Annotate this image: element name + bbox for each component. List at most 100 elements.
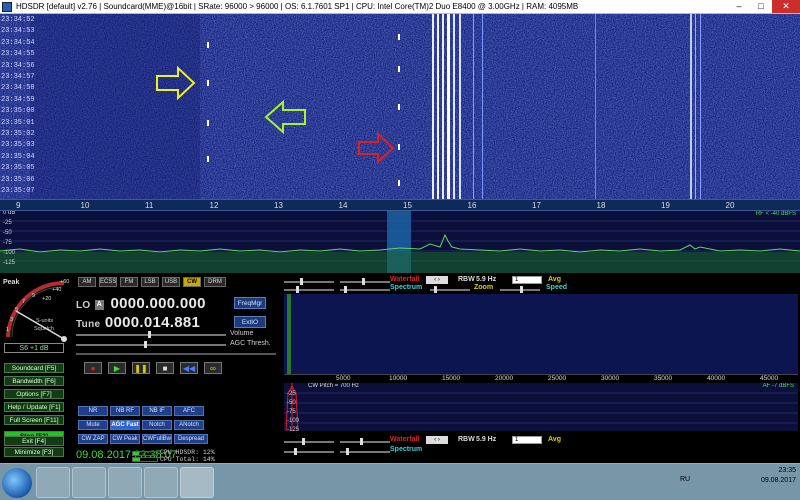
anotch-button[interactable]: ANotch <box>174 420 204 430</box>
bottom-spectrum-label: Spectrum <box>390 446 423 453</box>
mode-lsb[interactable]: LSB <box>141 277 159 287</box>
audio-frequency-tick: 20000 <box>495 375 514 382</box>
audio-frequency-tick: 45000 <box>760 375 779 382</box>
nb-rf-button[interactable]: NB RF <box>110 406 140 416</box>
maximize-button[interactable]: □ <box>750 0 772 13</box>
despread-button[interactable]: Despread <box>174 434 208 444</box>
tune-label: Tune <box>76 319 101 330</box>
frequency-tick-label: 11 <box>145 201 154 210</box>
exit-button[interactable]: Exit [F4] <box>4 436 64 446</box>
filter-slider[interactable] <box>76 353 276 355</box>
tune-frequency[interactable]: Tune 0000.014.881 <box>76 314 200 331</box>
waterfall-timestamp: 23:35:01 <box>1 118 35 127</box>
mode-am[interactable]: AM <box>78 277 96 287</box>
bottom-spectrum-slider[interactable] <box>284 448 334 455</box>
cw-zap-button[interactable]: CW ZAP <box>78 434 108 444</box>
waterfall-contrast-slider[interactable] <box>284 278 334 285</box>
loop-button[interactable]: ∞ <box>204 362 222 374</box>
bottom-avg-dropdown[interactable]: 1 <box>512 436 542 444</box>
volume-slider[interactable] <box>76 331 226 338</box>
nr-button[interactable]: NR <box>78 406 108 416</box>
tray-clock[interactable]: 23:35 09.08.2017 <box>761 466 796 486</box>
full-screen-button[interactable]: Full Screen [F11] <box>4 415 64 425</box>
play-button[interactable]: ▶ <box>108 362 126 374</box>
rf-waterfall[interactable]: 23:34:52 23:34:53 23:34:54 23:34:55 23:34:56… <box>0 14 800 199</box>
help-update-button[interactable]: Help / Update [F1] <box>4 402 64 412</box>
spectrum-db-label: -75 <box>3 240 12 246</box>
taskbar-app-icon[interactable] <box>108 467 142 498</box>
speed-slider[interactable] <box>500 286 540 293</box>
waterfall-timestamp: 23:35:05 <box>1 164 35 173</box>
frequency-tick-label: 10 <box>80 201 90 210</box>
audio-waterfall[interactable]: CW Pitch = 700 Hz AF -7 dBFS -25 -50 -75 -1… <box>284 383 798 431</box>
cw-peak-button[interactable]: CW Peak <box>110 434 140 444</box>
audio-frequency-scale: 5000 10000 15000 20000 25000 30000 35000 40000 4… <box>284 374 798 383</box>
waterfall-timestamp: 23:35:03 <box>1 141 35 150</box>
mode-drm[interactable]: DRM <box>204 277 226 287</box>
bottom-waterfall-slider-2[interactable] <box>340 438 390 445</box>
waterfall-noise <box>0 14 800 199</box>
freqmgr-button[interactable]: FreqMgr <box>234 297 266 309</box>
stop-playback-button[interactable]: ■ <box>156 362 174 374</box>
waterfall-stepper[interactable]: ‹ › <box>426 276 448 284</box>
options-button[interactable]: Options [F7] <box>4 389 64 399</box>
agc-threshold-slider[interactable] <box>76 341 226 348</box>
rf-level-label: RF < -40 dBFS <box>755 211 796 217</box>
rewind-button[interactable]: ◀◀ <box>180 362 198 374</box>
agc-fast-button[interactable]: AGC Fast <box>110 420 140 430</box>
bandwidth-button[interactable]: Bandwidth [F6] <box>4 376 64 386</box>
extio-button[interactable]: ExtIO <box>234 316 266 328</box>
minimize-button[interactable]: – <box>728 0 750 13</box>
lo-frequency[interactable]: LO A 0000.000.000 <box>76 295 206 312</box>
smeter-scale-5: 5 <box>15 307 19 313</box>
audio-frequency-tick: 25000 <box>548 375 567 382</box>
bottom-waterfall-label: Waterfall <box>390 436 420 443</box>
close-button[interactable]: ✕ <box>772 0 800 13</box>
frequency-tick-label: 9 <box>16 201 21 210</box>
lo-label: LO <box>76 300 91 311</box>
avg-dropdown[interactable]: 1 <box>512 276 542 284</box>
mode-fm[interactable]: FM <box>120 277 138 287</box>
mode-cw[interactable]: CW <box>183 277 201 287</box>
smeter-scale-7: 7 <box>22 299 26 305</box>
cpu-total-bar <box>132 457 158 462</box>
spectrum-contrast-slider[interactable] <box>284 286 334 293</box>
waterfall-timestamp: 23:35:00 <box>1 107 35 116</box>
audio-frequency-tick: 15000 <box>442 375 461 382</box>
frequency-scale[interactable]: 9 10 11 12 13 14 15 16 17 18 19 20 <box>0 199 800 211</box>
notch-button[interactable]: Notch <box>142 420 172 430</box>
taskbar-firefox-icon[interactable] <box>72 467 106 498</box>
record-button[interactable]: ● <box>84 362 102 374</box>
audio-frequency-tick: 35000 <box>654 375 673 382</box>
cw-fullbw-button[interactable]: CWFullBw <box>142 434 172 444</box>
spectrum-db-label: 0 dB <box>3 211 16 216</box>
soundcard-button[interactable]: Soundcard [F5] <box>4 363 64 373</box>
spectrum-brightness-slider[interactable] <box>340 286 390 293</box>
nb-if-button[interactable]: NB IF <box>142 406 172 416</box>
mode-ecss[interactable]: ECSS <box>99 277 117 287</box>
smeter-scale-9: 9 <box>32 293 36 299</box>
minimize-app-button[interactable]: Minimize [F3] <box>4 447 64 457</box>
afc-button[interactable]: AFC <box>174 406 204 416</box>
af-spectrum[interactable] <box>284 294 798 374</box>
tray-language[interactable]: RU <box>680 476 690 483</box>
taskbar-explorer-icon[interactable] <box>144 467 178 498</box>
pause-button[interactable]: ❚❚ <box>132 362 150 374</box>
bottom-waterfall-stepper[interactable]: ‹ › <box>426 436 448 444</box>
speed-label: Speed <box>546 284 568 291</box>
waterfall-brightness-slider[interactable] <box>340 278 390 285</box>
lo-a-button[interactable]: A <box>94 300 104 310</box>
frequency-tick-label: 18 <box>596 201 606 210</box>
audio-frequency-tick: 10000 <box>389 375 408 382</box>
rf-spectrum[interactable]: 0 dB -25 -50 -75 -100 -125 RF < -40 dBFS <box>0 211 800 273</box>
mode-usb[interactable]: USB <box>162 277 180 287</box>
window-title: HDSDR [default] v2.76 | Soundcard(MME)@1… <box>16 2 579 11</box>
bottom-waterfall-slider[interactable] <box>284 438 334 445</box>
taskbar-ie-icon[interactable] <box>36 467 70 498</box>
taskbar-hdsdr-icon[interactable] <box>180 467 214 498</box>
bottom-spectrum-slider-2[interactable] <box>340 448 390 455</box>
tray-time: 23:35 <box>778 467 796 474</box>
zoom-slider[interactable] <box>430 286 470 293</box>
start-button[interactable] <box>2 468 32 498</box>
mute-button[interactable]: Mute <box>78 420 108 430</box>
